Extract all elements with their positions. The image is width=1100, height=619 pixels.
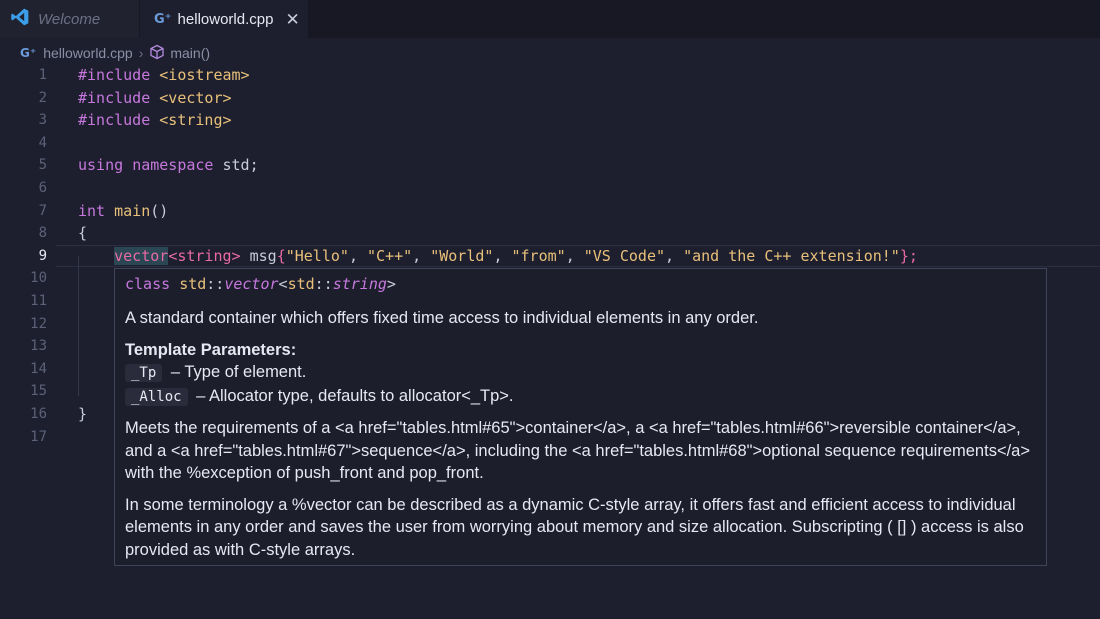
line-number: 12 <box>30 315 47 332</box>
tab-label: helloworld.cpp <box>177 10 274 28</box>
sig-type: vector <box>224 275 279 293</box>
namespace-name: std; <box>222 156 259 175</box>
line-number: 16 <box>30 405 47 422</box>
line-number: 6 <box>38 179 47 196</box>
cpp-file-icon: G⁺ <box>154 11 172 27</box>
line-number: 7 <box>38 202 47 219</box>
breadcrumb: G⁺ helloworld.cpp › main() <box>20 43 210 63</box>
line-number: 10 <box>30 270 47 287</box>
keyword-namespace: namespace <box>132 156 214 175</box>
comma: , <box>493 246 512 265</box>
param-desc: – Type of element. <box>166 363 307 381</box>
vector-token-highlighted[interactable]: vector <box>114 246 169 265</box>
sig-lt: < <box>278 275 288 293</box>
param-desc: – Allocator type, defaults to allocator<… <box>191 386 514 405</box>
include-path: <iostream> <box>159 66 250 84</box>
preprocessor-directive: #include <box>78 88 151 107</box>
tab-helloworld-cpp[interactable]: G⁺ helloworld.cpp ✕ <box>140 0 308 38</box>
cpp-file-icon: G⁺ <box>20 46 37 60</box>
sig-type: string <box>332 275 387 293</box>
hover-requirements: Meets the requirements of a <a href="tab… <box>125 419 1030 482</box>
string-literal: "C++" <box>367 246 413 265</box>
hover-description: A standard container which offers fixed … <box>125 309 759 327</box>
template-param: _Alloc – Allocator type, defaults to all… <box>125 385 1037 409</box>
breadcrumb-file[interactable]: helloworld.cpp <box>43 45 133 61</box>
line-number: 2 <box>38 89 47 106</box>
code-line-2: #include <vector> <box>78 87 1100 110</box>
code-line-3: #include <string> <box>78 109 1100 132</box>
line-number: 13 <box>30 338 47 355</box>
template-params: Template Parameters: _Tp – Type of eleme… <box>125 339 1037 409</box>
line-number: 11 <box>30 292 47 309</box>
preprocessor-directive: #include <box>78 66 151 84</box>
code-line-8: { <box>78 224 88 243</box>
sig-namespace: std <box>179 275 207 293</box>
code-line-5: using namespace std; <box>78 154 1100 177</box>
hover-tooltip: class std::vector<std::string> A standar… <box>114 268 1047 566</box>
include-path: <string> <box>159 111 232 130</box>
line-number-active: 9 <box>38 247 47 264</box>
string-literal: "and the C++ extension!" <box>683 246 900 265</box>
tab-label: Welcome <box>38 10 101 28</box>
hover-signature: class std::vector<std::string> <box>125 275 396 293</box>
code-line-9: vector<string> msg{"Hello", "C++", "Worl… <box>78 245 1100 268</box>
sig-class-keyword: class <box>125 275 171 293</box>
code-line-1: #include <iostream> <box>78 64 1100 87</box>
include-path: <vector> <box>159 88 232 107</box>
vscode-logo-icon <box>10 7 30 32</box>
string-literal: "World" <box>430 246 494 265</box>
string-literal: "Hello" <box>285 246 349 265</box>
line-number: 8 <box>38 225 47 242</box>
sig-gt: > <box>386 275 396 293</box>
template-arg: <string> <box>168 246 241 265</box>
method-cube-icon <box>149 44 165 63</box>
line-number: 15 <box>30 383 47 400</box>
template-params-title: Template Parameters: <box>125 340 297 359</box>
line-number: 4 <box>38 134 47 151</box>
preprocessor-directive: #include <box>78 111 151 130</box>
chevron-right-icon: › <box>138 45 144 61</box>
brace-close: }; <box>899 246 918 265</box>
line-number: 3 <box>38 112 47 129</box>
variable-name: msg <box>249 246 277 265</box>
line-number-gutter: 1 2 3 4 5 6 7 8 9 10 11 12 13 14 15 16 1… <box>0 64 56 448</box>
param-name: _Tp <box>125 364 163 382</box>
line-number: 14 <box>30 360 47 377</box>
hover-doc: A standard container which offers fixed … <box>125 307 1037 570</box>
comma: , <box>565 246 584 265</box>
tab-welcome[interactable]: Welcome <box>0 0 139 38</box>
comma: , <box>412 246 431 265</box>
comma: , <box>348 246 367 265</box>
string-literal: "VS Code" <box>583 246 666 265</box>
comma: , <box>665 246 684 265</box>
parens: () <box>150 201 169 220</box>
keyword-using: using <box>78 156 124 175</box>
close-icon[interactable]: ✕ <box>285 11 299 28</box>
breadcrumb-symbol[interactable]: main() <box>170 45 210 61</box>
sig-namespace: std <box>287 275 315 293</box>
tab-bar: Welcome G⁺ helloworld.cpp ✕ <box>0 0 1100 38</box>
brace-open: { <box>276 246 286 265</box>
sig-scope: :: <box>314 275 333 293</box>
sig-scope: :: <box>206 275 225 293</box>
param-name: _Alloc <box>125 387 188 406</box>
hover-terminology: In some terminology a %vector can be des… <box>125 495 1024 559</box>
function-name: main <box>114 201 151 220</box>
line-number: 17 <box>30 428 47 445</box>
line-number: 1 <box>38 67 47 83</box>
type-int: int <box>78 201 106 220</box>
template-param: _Tp – Type of element. <box>125 361 1037 385</box>
line-number: 5 <box>38 157 47 174</box>
string-literal: "from" <box>511 246 566 265</box>
code-line-7: int main() <box>78 200 1100 223</box>
